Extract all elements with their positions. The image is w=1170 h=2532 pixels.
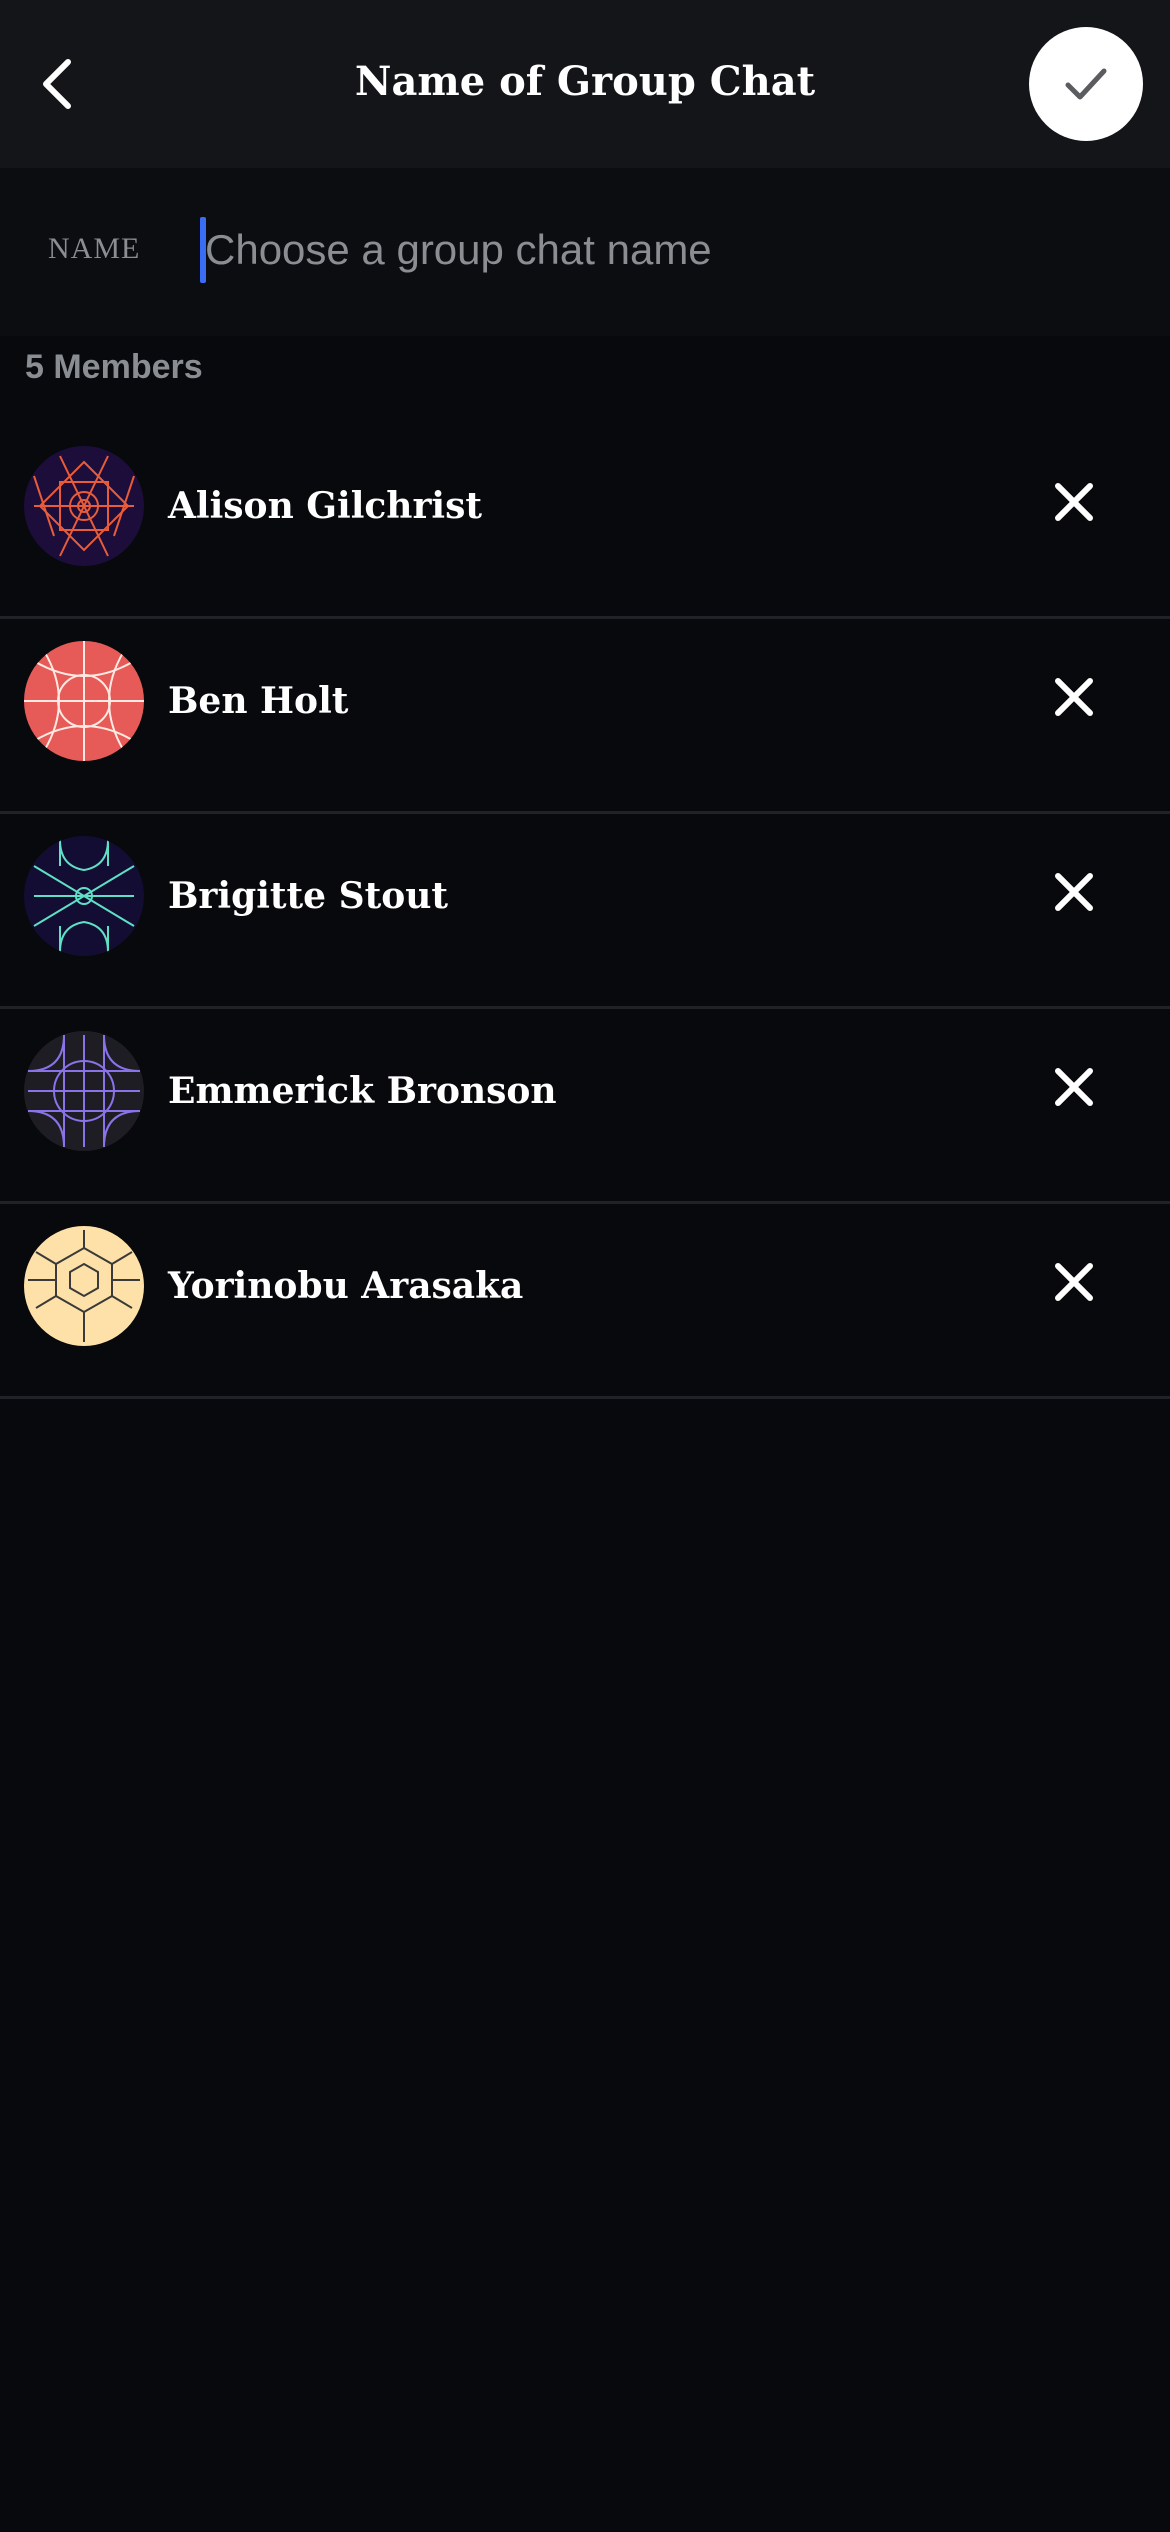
avatar xyxy=(24,446,144,566)
member-row: Brigitte Stout xyxy=(0,814,1170,1009)
page-title: Name of Group Chat xyxy=(354,58,816,105)
avatar xyxy=(24,1226,144,1346)
top-bar: Name of Group Chat xyxy=(0,0,1170,168)
remove-member-button[interactable] xyxy=(1044,862,1104,922)
avatar xyxy=(24,836,144,956)
member-name: Brigitte Stout xyxy=(168,875,449,917)
geometric-avatar-icon xyxy=(24,836,144,956)
avatar xyxy=(24,641,144,761)
member-row: Ben Holt xyxy=(0,619,1170,814)
geometric-avatar-icon xyxy=(24,446,144,566)
members-list: Alison Gilchrist Ben Holt Brigitte Stout… xyxy=(0,424,1170,1399)
group-name-input[interactable] xyxy=(205,212,1125,288)
close-icon xyxy=(1055,873,1093,911)
member-name: Yorinobu Arasaka xyxy=(168,1265,524,1307)
confirm-button[interactable] xyxy=(1029,27,1143,141)
close-icon xyxy=(1055,483,1093,521)
close-icon xyxy=(1055,678,1093,716)
geometric-avatar-icon xyxy=(24,1031,144,1151)
close-icon xyxy=(1055,1068,1093,1106)
member-row: Emmerick Bronson xyxy=(0,1009,1170,1204)
remove-member-button[interactable] xyxy=(1044,472,1104,532)
member-row: Yorinobu Arasaka xyxy=(0,1204,1170,1399)
remove-member-button[interactable] xyxy=(1044,1252,1104,1312)
member-row: Alison Gilchrist xyxy=(0,424,1170,619)
member-name: Alison Gilchrist xyxy=(168,485,482,527)
geometric-avatar-icon xyxy=(24,641,144,761)
member-name: Ben Holt xyxy=(168,680,349,722)
avatar xyxy=(24,1031,144,1151)
remove-member-button[interactable] xyxy=(1044,667,1104,727)
checkmark-icon xyxy=(1065,68,1107,100)
name-label: NAME xyxy=(48,232,141,265)
group-name-row: NAME xyxy=(0,168,1170,336)
close-icon xyxy=(1055,1263,1093,1301)
member-name: Emmerick Bronson xyxy=(168,1070,557,1112)
members-count: 5 Members xyxy=(25,348,203,386)
remove-member-button[interactable] xyxy=(1044,1057,1104,1117)
geometric-avatar-icon xyxy=(24,1226,144,1346)
